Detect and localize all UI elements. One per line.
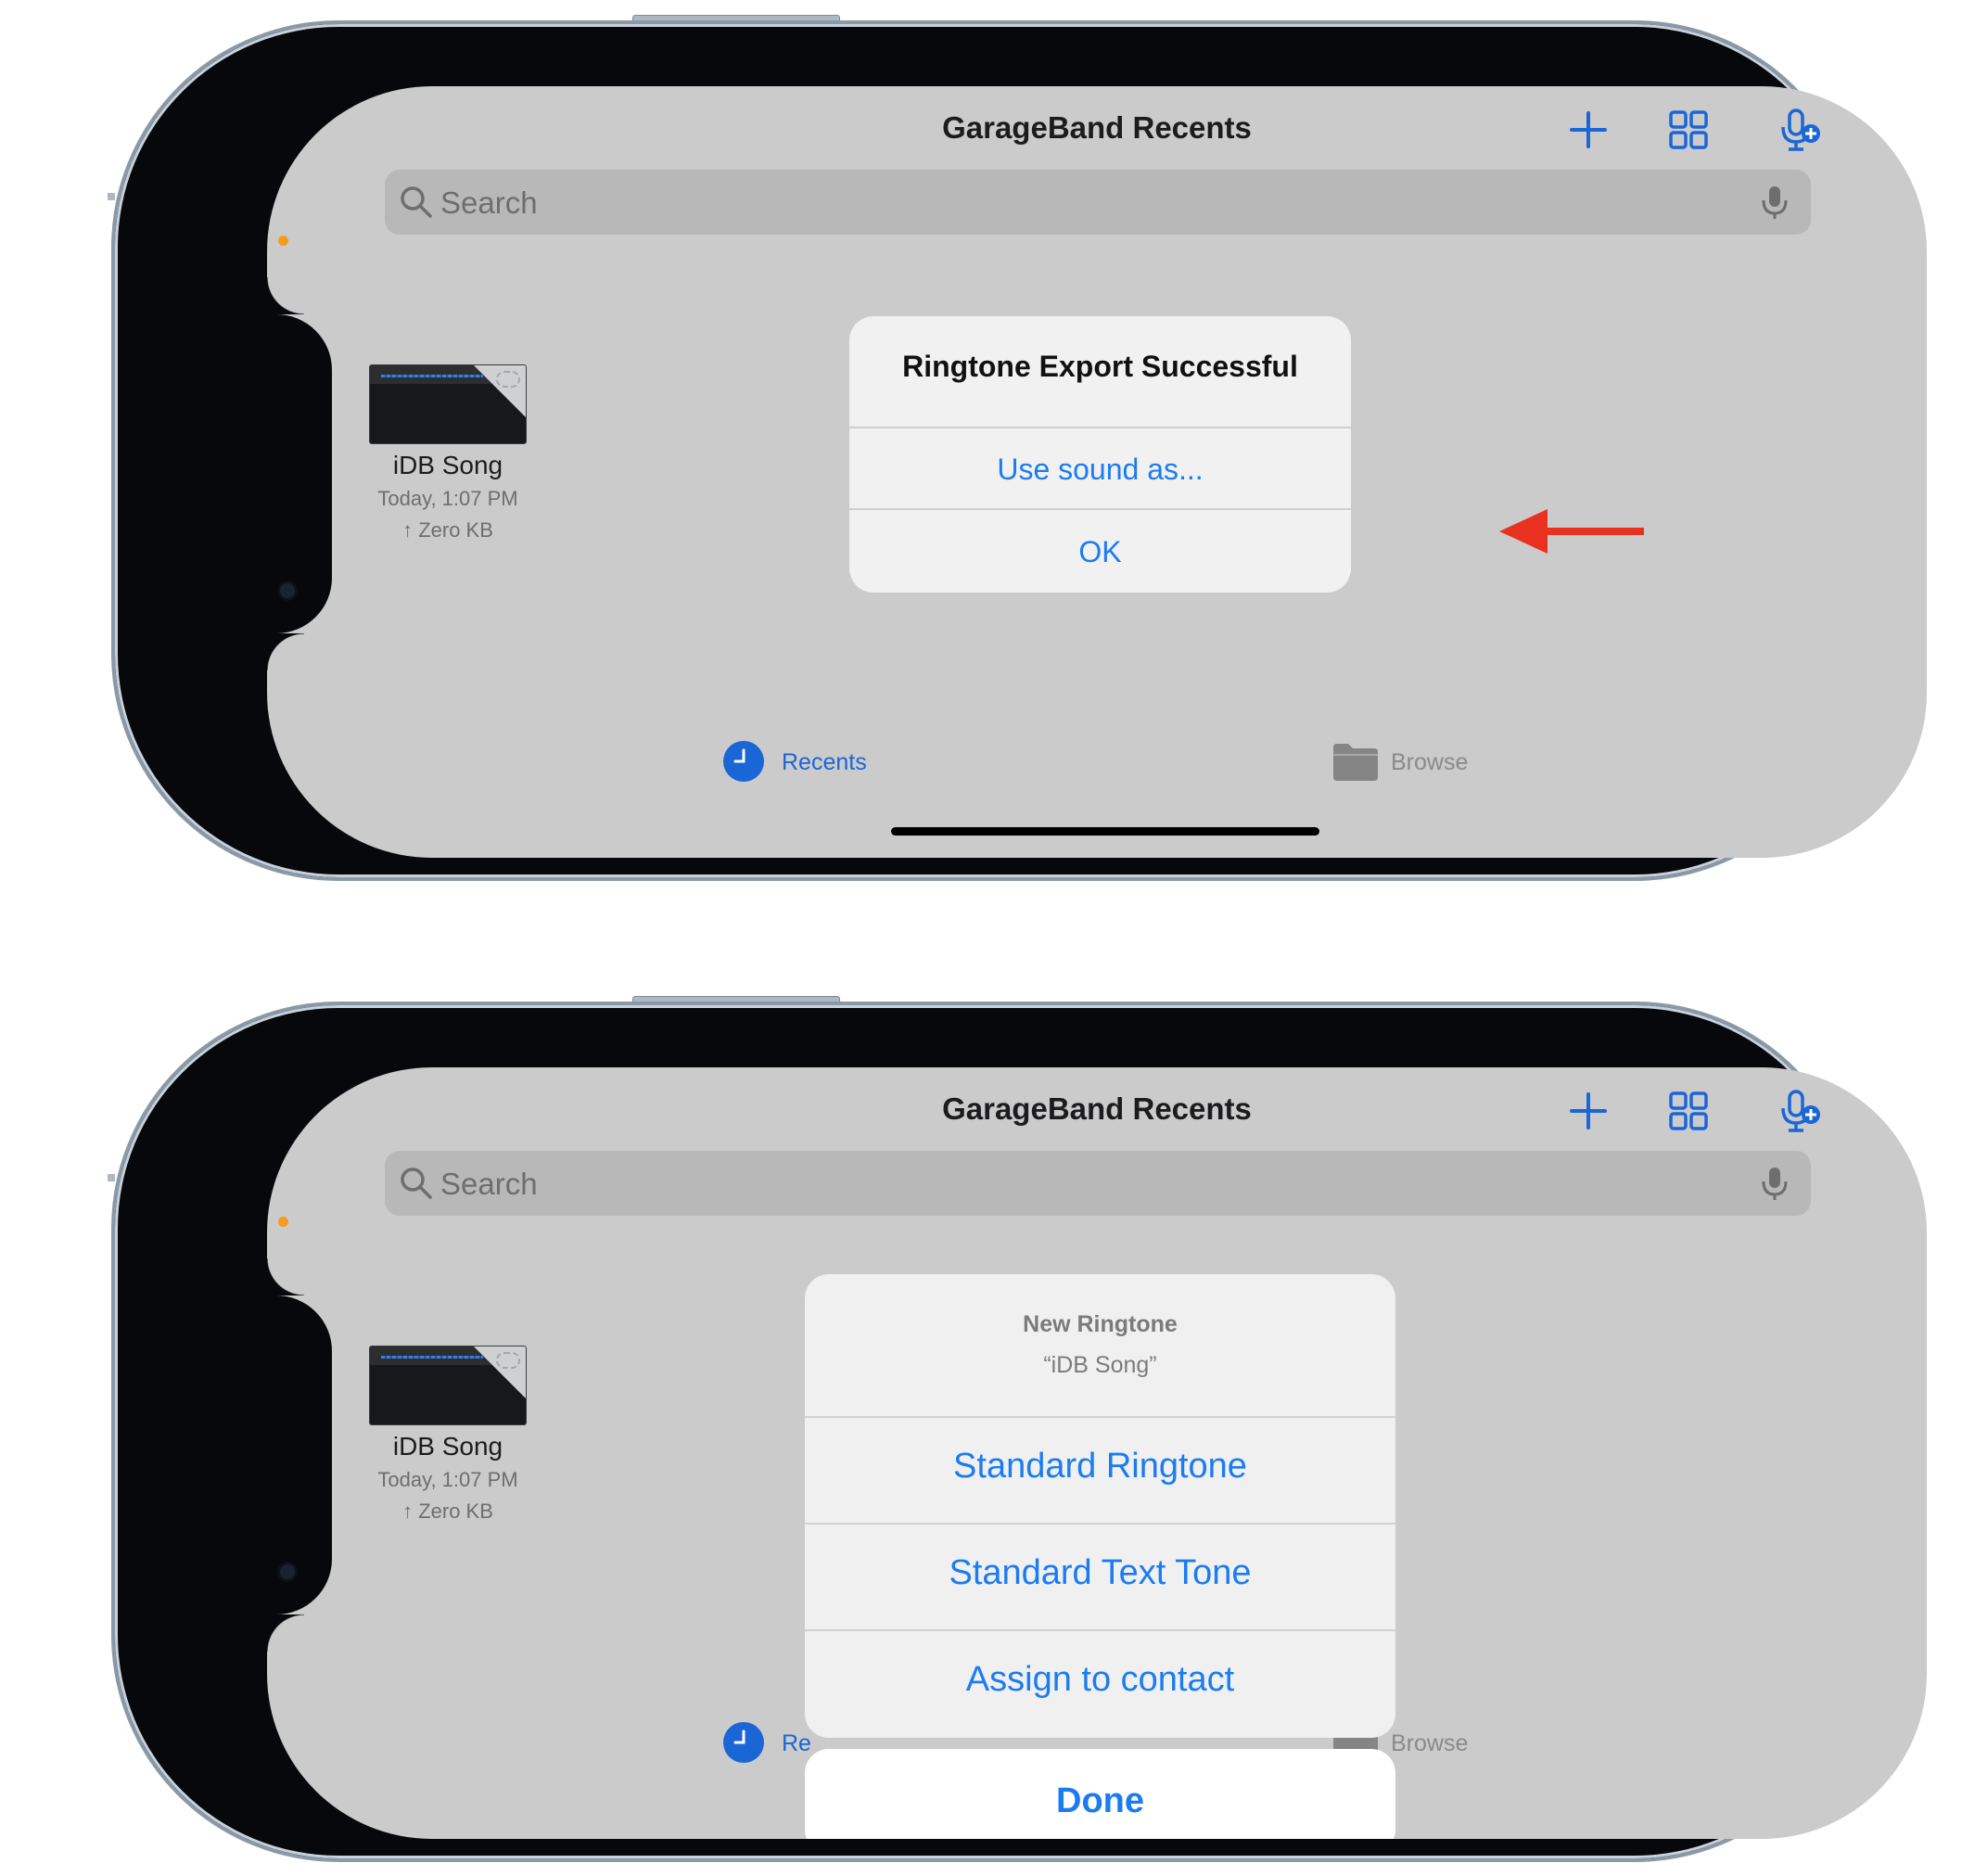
file-name[interactable]: iDB Song [323,1432,573,1461]
phone-frame: GarageBand Recents Search iDB Song Today… [111,1002,1927,1862]
mic-icon[interactable] [1755,1164,1794,1203]
tab-recents-label: Re [782,1730,811,1756]
screen: GarageBand Recents Search iDB Song Today… [267,86,1927,858]
file-date: Today, 1:07 PM [377,1468,518,1491]
sheet-subtitle: “iDB Song” [1043,1352,1157,1378]
folder-icon [1333,744,1378,781]
search-icon [401,186,432,218]
privacy-indicator [278,236,288,246]
plus-icon[interactable] [1563,1086,1613,1136]
cloud-icon [496,1352,520,1369]
waveform [381,1356,483,1359]
alert-title: Ringtone Export Successful [902,350,1298,383]
file-size: ↑ Zero KB [402,1500,493,1523]
tab-browse-label: Browse [1391,749,1469,775]
ok-button[interactable]: OK [849,535,1351,569]
divider [849,508,1351,510]
mic-plus-icon[interactable] [1775,105,1825,155]
file-thumbnail[interactable] [369,1346,527,1425]
search-placeholder: Search [440,1167,538,1201]
screen: GarageBand Recents Search iDB Song Today… [267,1067,1927,1839]
phone-screenshot-1: GarageBand Recents Search iDB Song Today… [0,0,1962,881]
waveform [381,375,483,377]
divider [805,1523,1395,1525]
done-button[interactable]: Done [805,1749,1395,1839]
phone-side-slot [108,193,115,200]
search-icon [401,1168,432,1199]
plus-icon[interactable] [1563,105,1613,155]
export-alert: Ringtone Export Successful Use sound as.… [849,316,1351,593]
grid-icon[interactable] [1663,105,1714,155]
grid-icon[interactable] [1663,1086,1714,1136]
home-indicator[interactable] [891,827,1319,836]
clock-icon [723,1722,764,1763]
camera-icon [280,1564,295,1579]
search-placeholder: Search [440,185,538,220]
phone-side-slot [108,1174,115,1181]
red-arrow-annotation [1499,509,1644,554]
file-date: Today, 1:07 PM [377,487,518,510]
action-sheet: New Ringtone “iDB Song” Standard Rington… [805,1274,1395,1738]
use-sound-as-button[interactable]: Use sound as... [849,453,1351,487]
assign-to-contact-button[interactable]: Assign to contact [805,1660,1395,1700]
camera-icon [280,583,295,598]
divider [805,1629,1395,1631]
privacy-indicator [278,1217,288,1227]
standard-text-tone-button[interactable]: Standard Text Tone [805,1553,1395,1593]
search-bar[interactable]: Search [385,170,1811,235]
search-bar[interactable]: Search [385,1151,1811,1216]
mic-icon[interactable] [1755,183,1794,222]
cloud-icon [496,371,520,388]
standard-ringtone-button[interactable]: Standard Ringtone [805,1447,1395,1487]
file-name[interactable]: iDB Song [323,451,573,480]
phone-frame: GarageBand Recents Search iDB Song Today… [111,20,1927,881]
file-thumbnail[interactable] [369,364,527,444]
tab-browse-label: Browse [1391,1730,1469,1756]
mic-plus-icon[interactable] [1775,1086,1825,1136]
divider [849,427,1351,428]
file-size: ↑ Zero KB [402,518,493,542]
clock-icon [723,741,764,782]
sheet-title: New Ringtone [1023,1311,1178,1337]
divider [805,1416,1395,1418]
tab-recents-label: Recents [782,749,867,775]
phone-screenshot-2: GarageBand Recents Search iDB Song Today… [0,981,1962,1862]
